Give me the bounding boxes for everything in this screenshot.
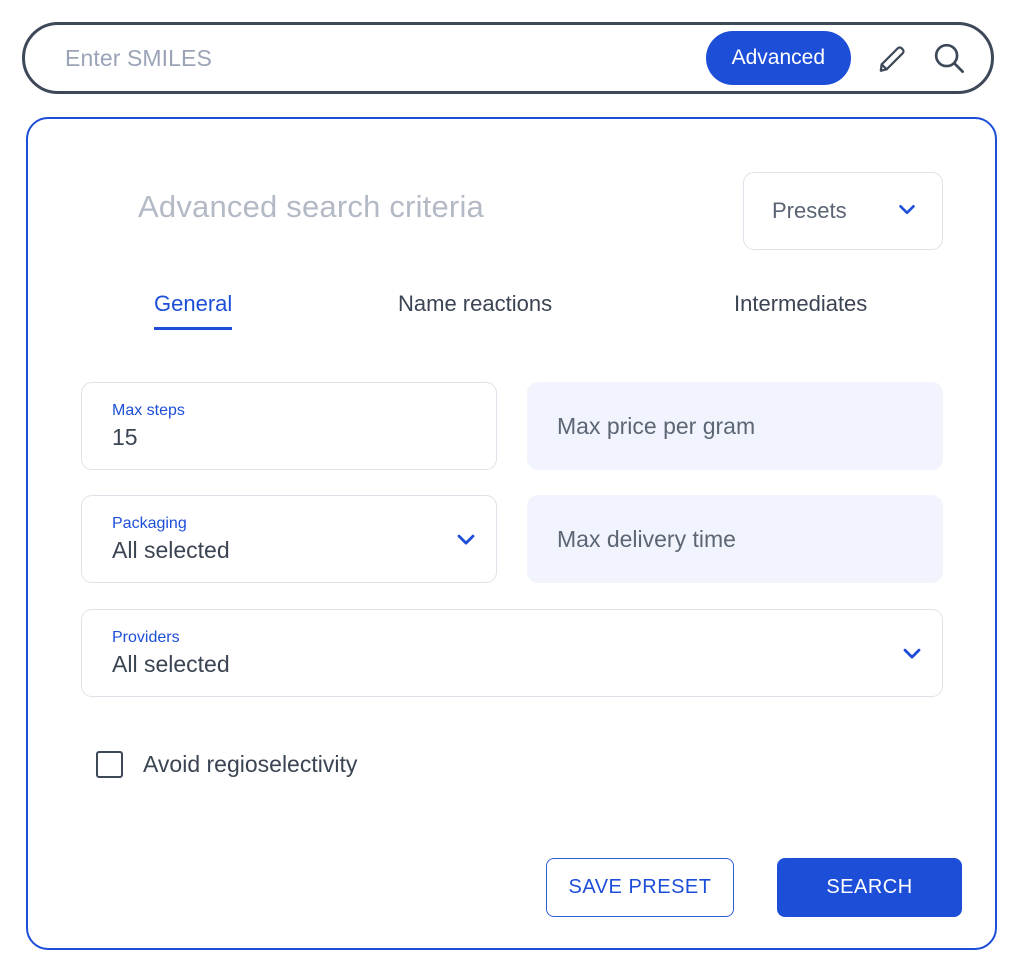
chevron-down-icon[interactable] [436,525,496,553]
max-delivery-time-placeholder: Max delivery time [557,526,736,552]
max-price-per-gram-placeholder: Max price per gram [557,413,756,439]
max-steps-field[interactable]: Max steps 15 [81,382,497,470]
packaging-label: Packaging [112,515,187,532]
pencil-icon[interactable] [865,30,921,86]
save-preset-button[interactable]: SAVE PRESET [546,858,734,917]
presets-dropdown[interactable]: Presets [743,172,943,250]
max-delivery-time-field[interactable]: Max delivery time [527,495,943,583]
chevron-down-icon [894,196,920,227]
advanced-button[interactable]: Advanced [705,31,851,85]
search-button[interactable]: SEARCH [777,858,962,917]
max-steps-label: Max steps [112,402,185,419]
tab-name-reactions[interactable]: Name reactions [398,291,552,327]
criteria-tabs: General Name reactions Intermediates [128,291,928,341]
search-icon[interactable] [921,30,977,86]
smiles-input[interactable] [25,25,706,91]
packaging-field[interactable]: Packaging All selected [81,495,497,583]
avoid-regioselectivity-checkbox[interactable] [96,750,123,778]
chevron-down-icon[interactable] [882,639,942,667]
avoid-regioselectivity-checkbox-row[interactable]: Avoid regioselectivity [96,744,357,784]
avoid-regioselectivity-label: Avoid regioselectivity [143,750,358,777]
providers-label: Providers [112,629,180,646]
presets-label: Presets [772,198,847,223]
smiles-search-bar: Advanced [22,22,994,94]
max-price-per-gram-field[interactable]: Max price per gram [527,382,943,470]
tab-general[interactable]: General [154,291,233,330]
providers-value: All selected [112,651,230,677]
tab-intermediates[interactable]: Intermediates [734,291,867,327]
packaging-value: All selected [112,537,230,563]
max-steps-value: 15 [112,424,138,450]
page-title: Advanced search criteria [138,189,484,224]
providers-field[interactable]: Providers All selected [81,609,943,697]
advanced-search-panel: Advanced search criteria Presets General… [26,117,997,950]
